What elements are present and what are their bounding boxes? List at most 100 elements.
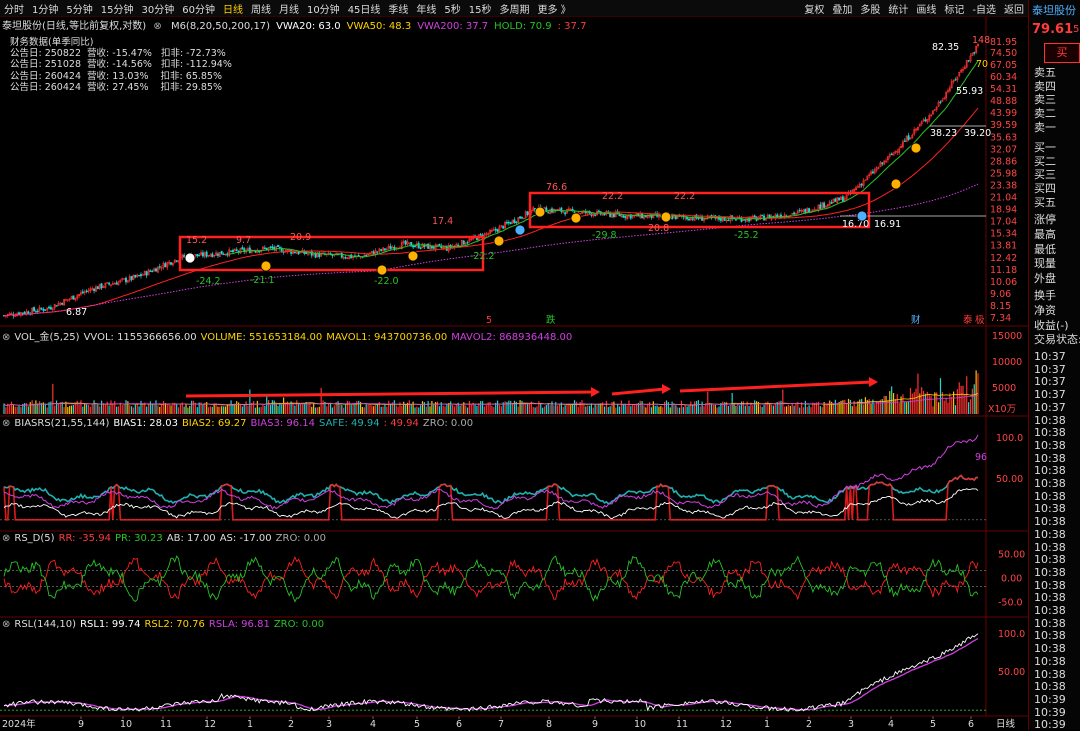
toolbar-right-item-0[interactable]: 复权 [800,1,828,16]
event-marker-icon [514,224,526,236]
volume-bar [763,404,765,414]
x-tick-label: 11 [676,719,688,730]
volume-bar [376,404,379,414]
volume-bar [827,403,829,414]
buy-button[interactable]: 买 [1044,43,1080,63]
volume-bar [517,406,519,414]
period-tab-7[interactable]: 周线 [247,1,275,16]
price-annotation: 9.7 [236,235,251,246]
volume-bar [620,400,623,414]
period-tab-15[interactable]: 多周期 [496,1,534,16]
candle-body [155,268,157,272]
candle-body [271,246,274,249]
rsl-param-2: RSLA: 96.81 [208,619,270,630]
period-tab-8[interactable]: 月线 [275,1,303,16]
event-marker-icon [493,235,505,247]
volume-bar [958,382,960,414]
x-tick-label: 1 [247,719,253,730]
volume-bar [474,403,476,414]
candle-body [331,254,334,256]
candle-body [158,266,161,268]
volume-bar [874,404,876,414]
period-tab-6[interactable]: 日线 [219,1,247,16]
period-tab-12[interactable]: 年线 [412,1,440,16]
period-tab-4[interactable]: 30分钟 [137,1,178,16]
volume-bar [701,401,703,414]
price-annotation: 16.91 [874,219,901,230]
volume-bar [436,401,439,414]
candle-body [376,251,379,253]
main-param-1: VWA20: 63.0 [276,21,341,32]
bias1-line [3,488,979,520]
volume-bar [821,407,823,414]
period-tab-1[interactable]: 1分钟 [28,1,62,16]
volume-bar [386,406,388,414]
period-tab-14[interactable]: 15秒 [465,1,496,16]
volume-bar [834,399,836,414]
toolbar-right-item-7[interactable]: 返回 [1000,1,1028,16]
period-tab-9[interactable]: 10分钟 [303,1,344,16]
volume-bar [973,384,975,414]
close-icon[interactable]: ⊗ [2,533,10,544]
x-tick-label: 4 [888,719,894,730]
toolbar-right-item-4[interactable]: 画线 [912,1,940,16]
candle-body [198,255,201,257]
biasrs-tick-label: 100.0 [996,433,1023,444]
period-tab-13[interactable]: 5秒 [440,1,464,16]
volume-bar [429,406,431,414]
candle-body [547,212,550,214]
volume-bar [851,406,853,414]
close-icon[interactable]: ⊗ [2,332,10,343]
close-icon[interactable]: ⊗ [2,418,10,429]
x-tick-label: 日线 [996,718,1016,730]
volume-bar [859,399,861,414]
volume-bar [129,405,131,414]
period-tab-16[interactable]: 更多 》 [534,1,575,16]
toolbar-right-item-3[interactable]: 统计 [884,1,912,16]
volume-bar [540,403,542,414]
volume-bar [814,402,816,414]
period-tab-5[interactable]: 60分钟 [178,1,219,16]
volume-bar [249,389,251,414]
volume-bar [787,404,790,414]
candle-body [830,202,833,204]
x-tick-label: 2024年 [2,718,36,730]
toolbar-right-item-1[interactable]: 叠加 [828,1,856,16]
candle-body [688,218,690,221]
volume-bar [127,401,129,414]
candle-body [457,244,460,247]
rr-line [3,556,979,601]
volume-bar [568,403,570,414]
volume-bar [380,406,382,414]
period-tab-3[interactable]: 15分钟 [97,1,138,16]
candle-body [776,214,779,218]
volume-bar [491,405,493,414]
volume-bar [453,406,456,414]
candle-body [414,245,416,248]
y-tick-label: 23.38 [990,180,1017,191]
gear-icon[interactable]: ⊗ [153,21,161,32]
volume-bar [904,401,906,414]
volume-bar [735,405,737,414]
period-tab-0[interactable]: 分时 [0,1,28,16]
volume-bar [373,406,375,414]
volume-bar [864,397,866,414]
trade-time: 10:38 [1034,527,1066,541]
volume-bar [46,407,48,414]
vol-param-1: VOLUME: 551653184.00 [200,332,323,343]
toolbar-right-item-5[interactable]: 标记 [940,1,968,16]
toolbar-right-item-2[interactable]: 多股 [856,1,884,16]
financial-row: 公告日: 251028 营收: -14.56% 扣非: -112.94% [10,59,232,71]
period-tab-11[interactable]: 季线 [384,1,412,16]
volume-bar [510,401,512,414]
period-tab-10[interactable]: 45日线 [344,1,385,16]
candle-body [293,251,296,254]
toolbar-right-item-6[interactable]: -自选 [968,1,1000,16]
volume-bar [114,401,116,414]
period-tab-2[interactable]: 5分钟 [62,1,96,16]
trend-arrow [679,380,873,393]
volume-bar [138,406,140,414]
close-icon[interactable]: ⊗ [2,619,10,630]
volume-bar [405,404,407,414]
chart-title: 泰坦股份(日线,等比前复权,对数) [2,21,147,32]
